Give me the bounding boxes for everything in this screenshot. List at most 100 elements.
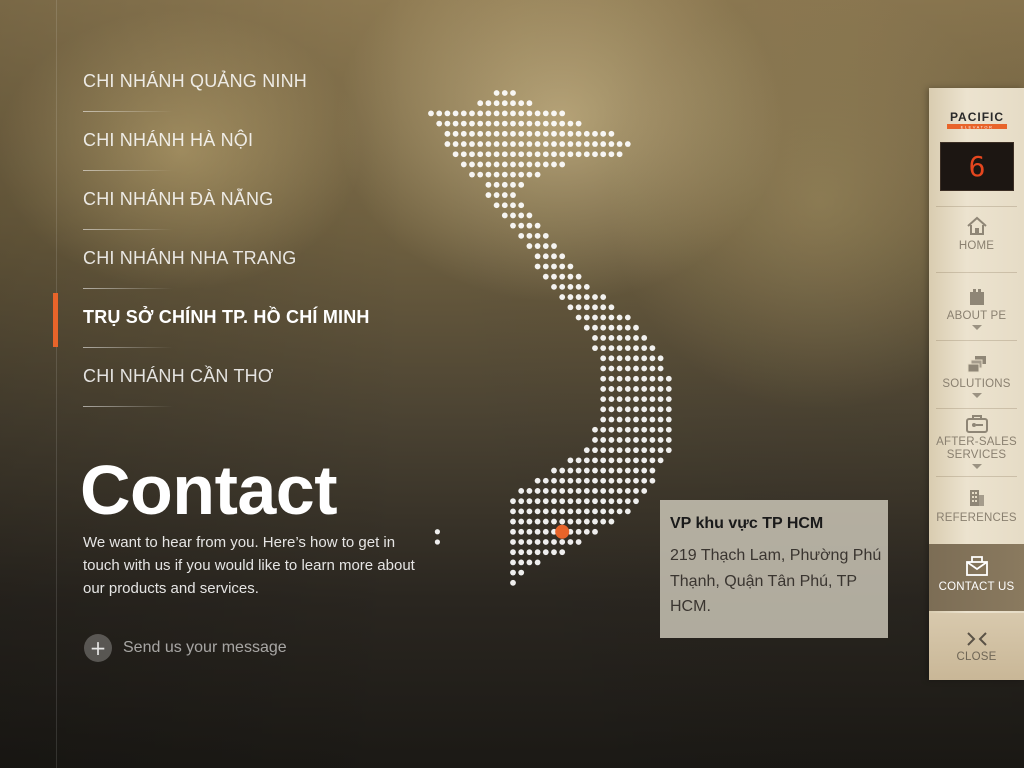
map-dot [510, 539, 516, 545]
map-island-dot [434, 529, 440, 535]
map-dot [510, 528, 516, 535]
branch-item-quang-ninh[interactable]: CHI NHÁNH QUẢNG NINH [56, 53, 416, 112]
nav-contact-us[interactable]: CONTACT US [929, 544, 1024, 611]
map-dot [469, 110, 475, 117]
map-dot [510, 90, 516, 96]
logo-wordmark: PACIFIC [950, 110, 1004, 124]
map-dot [542, 518, 549, 525]
close-button[interactable]: CLOSE [929, 613, 1024, 680]
map-dot [510, 181, 516, 188]
map-dot [592, 314, 598, 321]
map-dot [526, 539, 533, 545]
map-dot [510, 192, 516, 198]
map-dot [534, 161, 541, 168]
nav-solutions[interactable]: SOLUTIONS [929, 354, 1024, 410]
send-message-button[interactable]: + Send us your message [84, 634, 287, 662]
map-dot [633, 386, 639, 392]
nav-about[interactable]: ABOUT PE [929, 288, 1024, 342]
map-dot [600, 355, 607, 362]
map-dot [575, 283, 582, 290]
branch-label: CHI NHÁNH HÀ NỘI [83, 130, 254, 150]
map-dot [493, 202, 500, 209]
map-dot [665, 375, 672, 382]
map-dot [518, 212, 525, 219]
branch-item-hcm-headquarters[interactable]: TRỤ SỞ CHÍNH TP. HỒ CHÍ MINH [53, 289, 416, 348]
map-dot [518, 171, 525, 178]
map-dot [624, 324, 631, 331]
map-dot [526, 243, 533, 249]
map-dot [534, 110, 541, 117]
map-dot [477, 120, 484, 127]
map-dot [551, 549, 557, 556]
map-dot [583, 324, 590, 331]
map-dot [534, 559, 541, 566]
branch-item-da-nang[interactable]: CHI NHÁNH ĐÀ NẴNG [56, 171, 416, 230]
map-dot [518, 141, 525, 147]
map-dot [501, 212, 508, 219]
map-dot [526, 528, 533, 535]
map-dot [518, 110, 525, 117]
map-dot [493, 151, 500, 158]
map-dot [526, 110, 533, 117]
map-dot [600, 304, 607, 311]
map-dot [575, 141, 582, 147]
map-dot [624, 447, 631, 454]
branch-item-nha-trang[interactable]: CHI NHÁNH NHA TRANG [56, 230, 416, 289]
map-dot [641, 355, 648, 362]
map-dot [583, 130, 590, 137]
map-dot [624, 498, 631, 505]
map-dot [559, 508, 566, 515]
map-dot [559, 141, 566, 147]
branch-item-ha-noi[interactable]: CHI NHÁNH HÀ NỘI [56, 112, 416, 171]
map-dot [485, 161, 492, 168]
map-dot [542, 151, 549, 158]
map-dot [526, 212, 533, 219]
nav-home[interactable]: HOME [929, 216, 1024, 270]
map-dot [592, 447, 598, 454]
map-dot [624, 457, 631, 464]
map-dot [493, 161, 500, 168]
map-dot [510, 130, 516, 137]
nav-references[interactable]: REFERENCES [929, 488, 1024, 536]
map-dot [567, 151, 574, 158]
map-dot [510, 151, 516, 158]
map-dot [633, 345, 639, 352]
map-dot [616, 314, 623, 321]
map-dot [600, 141, 607, 147]
map-dot [534, 263, 541, 270]
map-dot [510, 222, 516, 229]
map-dot [592, 304, 598, 311]
branch-item-can-tho[interactable]: CHI NHÁNH CẦN THƠ [56, 348, 416, 407]
map-dot [518, 151, 525, 158]
map-dot [567, 467, 574, 474]
map-dot [493, 90, 500, 96]
map-dot [583, 151, 590, 158]
map-dot [616, 426, 623, 433]
map-dot [600, 488, 607, 494]
map-dot [559, 518, 566, 525]
map-dot [534, 141, 541, 147]
nav-services-label: SERVICES [946, 449, 1007, 461]
map-dot [559, 498, 566, 505]
map-dot [526, 141, 533, 147]
map-dot [477, 141, 484, 147]
map-dot [534, 518, 541, 525]
map-dot [583, 314, 590, 321]
map-dot [444, 130, 451, 137]
nav-solutions-label: SOLUTIONS [942, 378, 1011, 390]
map-dot [583, 498, 590, 505]
nav-after-sales-services[interactable]: AFTER-SALES SERVICES [929, 414, 1024, 472]
map-dot [608, 406, 615, 413]
map-dot [600, 151, 607, 158]
map-dot [608, 457, 615, 464]
map-dot [641, 467, 648, 474]
map-dot [477, 130, 484, 137]
location-marker[interactable] [555, 524, 570, 539]
nav-about-label: ABOUT PE [946, 310, 1007, 322]
page-title: Contact [80, 451, 338, 529]
map-dot [559, 151, 566, 158]
map-dot [657, 457, 664, 464]
map-dot [575, 294, 582, 300]
map-dot [526, 100, 533, 107]
map-dot [616, 437, 623, 443]
